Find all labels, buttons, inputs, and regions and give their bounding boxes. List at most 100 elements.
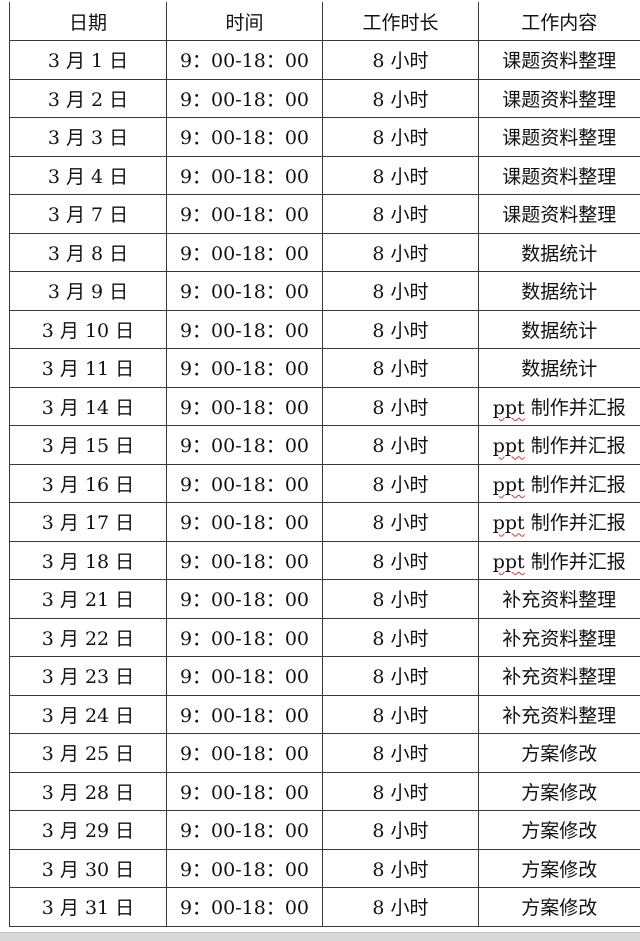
cell-time: 9：00-18：00 — [166, 694, 323, 734]
table-row: 3 月 17 日 9：00-18：00 8 小时 ppt 制作并汇报 — [9, 502, 640, 542]
table-row: 3 月 7 日 9：00-18：00 8 小时 课题资料整理 — [9, 194, 640, 234]
cell-date: 3 月 3 日 — [9, 117, 167, 157]
cell-hours: 8 小时 — [322, 810, 479, 850]
cell-task: 补充资料整理 — [478, 579, 640, 619]
cell-time: 9：00-18：00 — [166, 887, 323, 927]
cell-hours: 8 小时 — [322, 78, 479, 118]
cell-time: 9：00-18：00 — [166, 617, 323, 657]
cell-date: 3 月 4 日 — [9, 155, 167, 195]
cell-hours: 8 小时 — [322, 579, 479, 619]
cell-time: 9：00-18：00 — [166, 771, 323, 811]
table-row: 3 月 11 日 9：00-18：00 8 小时 数据统计 — [9, 348, 640, 388]
table-row: 3 月 28 日 9：00-18：00 8 小时 方案修改 — [9, 771, 640, 811]
table-header-row: 日期 时间 工作时长 工作内容 — [9, 2, 640, 41]
cell-hours: 8 小时 — [322, 309, 479, 349]
cell-hours: 8 小时 — [322, 463, 479, 503]
cell-hours: 8 小时 — [322, 771, 479, 811]
cell-date: 3 月 14 日 — [9, 386, 167, 426]
cell-date: 3 月 23 日 — [9, 656, 167, 696]
cell-hours: 8 小时 — [322, 848, 479, 888]
cell-hours: 8 小时 — [322, 887, 479, 927]
cell-task: 方案修改 — [478, 848, 640, 888]
task-text: 制作并汇报 — [524, 473, 626, 496]
cell-task: 方案修改 — [478, 771, 640, 811]
cell-time: 9：00-18：00 — [166, 579, 323, 619]
cell-hours: 8 小时 — [322, 271, 479, 311]
table-body: 3 月 1 日 9：00-18：00 8 小时 课题资料整理 3 月 2 日 9：00-1… — [9, 40, 640, 927]
task-text: 制作并汇报 — [524, 512, 626, 535]
cell-date: 3 月 7 日 — [9, 194, 167, 234]
cell-time: 9：00-18：00 — [166, 117, 323, 157]
cell-time: 9：00-18：00 — [166, 425, 323, 465]
cell-time: 9：00-18：00 — [166, 656, 323, 696]
cell-hours: 8 小时 — [322, 733, 479, 773]
cell-task: 课题资料整理 — [478, 117, 640, 157]
cell-task: ppt 制作并汇报 — [478, 463, 640, 503]
table-row: 3 月 10 日 9：00-18：00 8 小时 数据统计 — [9, 309, 640, 349]
table-row: 3 月 8 日 9：00-18：00 8 小时 数据统计 — [9, 232, 640, 272]
table-row: 3 月 1 日 9：00-18：00 8 小时 课题资料整理 — [9, 40, 640, 80]
cell-time: 9：00-18：00 — [166, 463, 323, 503]
cell-time: 9：00-18：00 — [166, 848, 323, 888]
table-row: 3 月 18 日 9：00-18：00 8 小时 ppt 制作并汇报 — [9, 540, 640, 580]
task-prefix-ppt: ppt — [492, 435, 525, 458]
cell-time: 9：00-18：00 — [166, 40, 323, 80]
task-text: 制作并汇报 — [524, 435, 626, 458]
cell-task: 补充资料整理 — [478, 617, 640, 657]
cell-date: 3 月 22 日 — [9, 617, 167, 657]
cell-date: 3 月 16 日 — [9, 463, 167, 503]
cell-hours: 8 小时 — [322, 694, 479, 734]
cell-date: 3 月 24 日 — [9, 694, 167, 734]
cell-time: 9：00-18：00 — [166, 78, 323, 118]
cell-hours: 8 小时 — [322, 502, 479, 542]
document-page: 日期 时间 工作时长 工作内容 3 月 1 日 9：00-18：00 8 小时 课题资… — [0, 0, 640, 932]
table-row: 3 月 14 日 9：00-18：00 8 小时 ppt 制作并汇报 — [9, 386, 640, 426]
cell-task: 课题资料整理 — [478, 194, 640, 234]
cell-time: 9：00-18：00 — [166, 155, 323, 195]
task-prefix-ppt: ppt — [492, 550, 525, 573]
cell-task: 方案修改 — [478, 887, 640, 927]
cell-task: 数据统计 — [478, 271, 640, 311]
cell-time: 9：00-18：00 — [166, 232, 323, 272]
cell-task: 方案修改 — [478, 733, 640, 773]
table-row: 3 月 24 日 9：00-18：00 8 小时 补充资料整理 — [9, 694, 640, 734]
header-date: 日期 — [9, 2, 167, 41]
cell-hours: 8 小时 — [322, 617, 479, 657]
cell-date: 3 月 11 日 — [9, 348, 167, 388]
cell-task: 课题资料整理 — [478, 40, 640, 80]
cell-task: ppt 制作并汇报 — [478, 386, 640, 426]
cell-date: 3 月 8 日 — [9, 232, 167, 272]
cell-time: 9：00-18：00 — [166, 810, 323, 850]
cell-time: 9：00-18：00 — [166, 194, 323, 234]
cell-date: 3 月 31 日 — [9, 887, 167, 927]
table-row: 3 月 21 日 9：00-18：00 8 小时 补充资料整理 — [9, 579, 640, 619]
cell-time: 9：00-18：00 — [166, 733, 323, 773]
cell-hours: 8 小时 — [322, 194, 479, 234]
cell-task: 补充资料整理 — [478, 656, 640, 696]
table-row: 3 月 4 日 9：00-18：00 8 小时 课题资料整理 — [9, 155, 640, 195]
table-row: 3 月 9 日 9：00-18：00 8 小时 数据统计 — [9, 271, 640, 311]
task-prefix-ppt: ppt — [492, 396, 525, 419]
cell-hours: 8 小时 — [322, 386, 479, 426]
task-prefix-ppt: ppt — [492, 512, 525, 535]
cell-time: 9：00-18：00 — [166, 309, 323, 349]
cell-hours: 8 小时 — [322, 40, 479, 80]
table-row: 3 月 2 日 9：00-18：00 8 小时 课题资料整理 — [9, 78, 640, 118]
cell-hours: 8 小时 — [322, 232, 479, 272]
table-row: 3 月 15 日 9：00-18：00 8 小时 ppt 制作并汇报 — [9, 425, 640, 465]
table-row: 3 月 31 日 9：00-18：00 8 小时 方案修改 — [9, 887, 640, 927]
table-row: 3 月 29 日 9：00-18：00 8 小时 方案修改 — [9, 810, 640, 850]
cell-task: 数据统计 — [478, 309, 640, 349]
cell-hours: 8 小时 — [322, 540, 479, 580]
table-row: 3 月 16 日 9：00-18：00 8 小时 ppt 制作并汇报 — [9, 463, 640, 503]
cell-date: 3 月 29 日 — [9, 810, 167, 850]
cell-time: 9：00-18：00 — [166, 348, 323, 388]
header-task: 工作内容 — [478, 2, 640, 41]
header-hours: 工作时长 — [322, 2, 479, 41]
cell-task: ppt 制作并汇报 — [478, 540, 640, 580]
cell-time: 9：00-18：00 — [166, 271, 323, 311]
cell-date: 3 月 21 日 — [9, 579, 167, 619]
task-prefix-ppt: ppt — [492, 473, 525, 496]
cell-task: 补充资料整理 — [478, 694, 640, 734]
cell-time: 9：00-18：00 — [166, 502, 323, 542]
